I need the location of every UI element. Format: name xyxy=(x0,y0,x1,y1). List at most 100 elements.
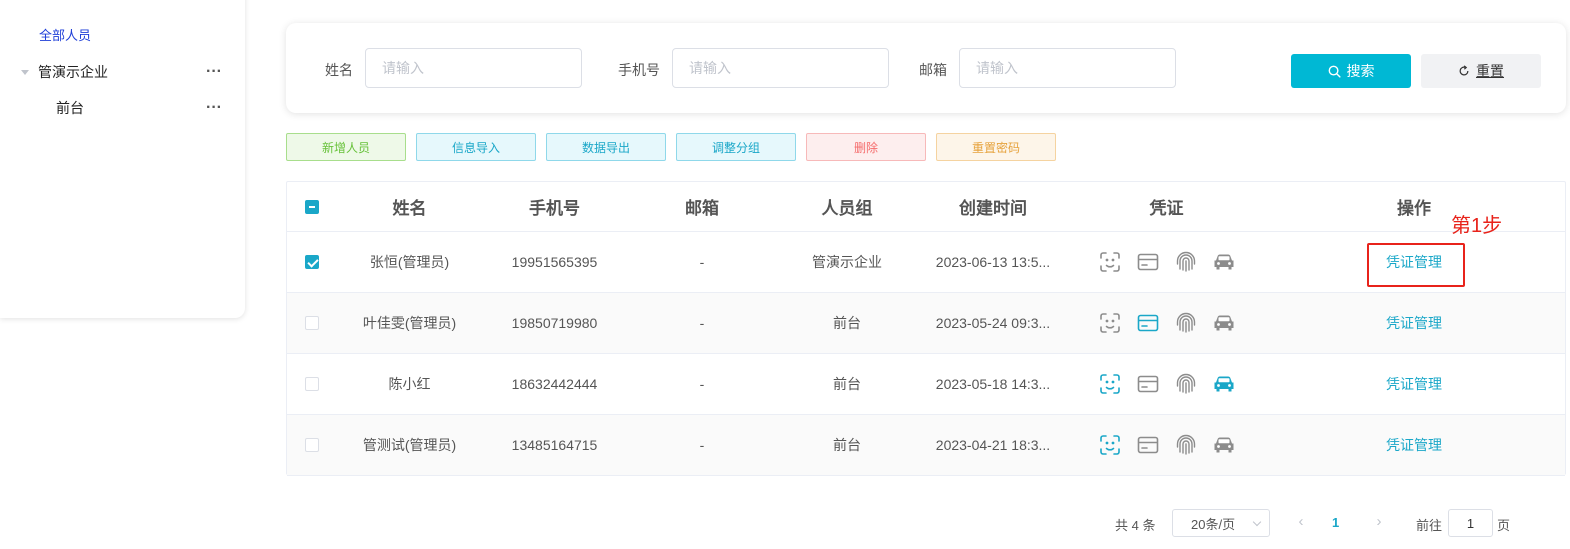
page-size-select[interactable]: 20条/页 xyxy=(1172,509,1270,537)
column-header-operation: 操作 xyxy=(1397,199,1431,218)
column-header-phone: 手机号 xyxy=(529,199,580,218)
face-id-icon xyxy=(1098,433,1122,457)
cell-credentials xyxy=(1069,232,1264,292)
annotation-highlight-box xyxy=(1367,243,1465,287)
fingerprint-icon xyxy=(1174,372,1198,396)
more-icon[interactable]: ··· xyxy=(206,64,222,80)
annotation-step-label: 第1步 xyxy=(1451,215,1503,237)
credential-manage-link[interactable]: 凭证管理 xyxy=(1386,435,1442,455)
reset-button-label: 重置 xyxy=(1476,63,1504,79)
car-icon xyxy=(1212,372,1236,396)
row-checkbox[interactable] xyxy=(305,438,319,452)
cell-group: 前台 xyxy=(833,315,861,331)
table-row[interactable]: 管测试(管理员) 13485164715 - 前台 2023-04-21 18:3...… xyxy=(287,415,1565,476)
cell-email: - xyxy=(699,254,705,270)
cell-group: 前台 xyxy=(833,437,861,453)
table-row[interactable]: 陈小红 18632442444 - 前台 2023-05-18 14:3... 凭证管理 xyxy=(287,354,1565,415)
search-button[interactable]: 搜索 xyxy=(1291,54,1411,88)
tree-item-enterprise-label: 管演示企业 xyxy=(38,64,108,80)
cell-created: 2023-04-21 18:3... xyxy=(935,437,1051,453)
group-tree-panel: 全部人员 管演示企业 ··· 前台 ··· xyxy=(0,0,245,318)
cell-email: - xyxy=(699,376,705,392)
pagination-total: 共 4 条 xyxy=(1115,518,1156,533)
column-header-group: 人员组 xyxy=(821,199,873,218)
delete-button[interactable]: 删除 xyxy=(806,133,926,161)
import-info-button[interactable]: 信息导入 xyxy=(416,133,536,161)
cell-credentials xyxy=(1069,415,1264,475)
cell-operation: 凭证管理 xyxy=(1264,293,1564,353)
row-checkbox[interactable] xyxy=(305,316,319,330)
regroup-button[interactable]: 调整分组 xyxy=(676,133,796,161)
face-id-icon xyxy=(1098,250,1122,274)
page-number-1[interactable]: 1 xyxy=(1332,515,1339,530)
row-select-cell xyxy=(287,354,337,414)
cell-email: - xyxy=(699,437,705,453)
cell-operation: 凭证管理 xyxy=(1264,354,1564,414)
credential-manage-link[interactable]: 凭证管理 xyxy=(1386,374,1442,394)
row-checkbox[interactable] xyxy=(305,377,319,391)
cell-name: 张恒(管理员) xyxy=(369,254,450,270)
search-button-label: 搜索 xyxy=(1346,63,1375,79)
credential-manage-link[interactable]: 凭证管理 xyxy=(1386,313,1442,333)
row-select-cell xyxy=(287,293,337,353)
cell-email: - xyxy=(699,315,705,331)
fingerprint-icon xyxy=(1174,433,1198,457)
page-size-value: 20条/页 xyxy=(1191,516,1236,532)
tree-item-all[interactable]: 全部人员 xyxy=(0,19,245,49)
reset-button[interactable]: 重置 xyxy=(1421,54,1541,88)
cell-credentials xyxy=(1069,354,1264,414)
goto-page-input[interactable] xyxy=(1448,509,1493,537)
column-header-created: 创建时间 xyxy=(959,199,1027,218)
face-id-icon xyxy=(1098,372,1122,396)
cell-created: 2023-06-13 13:5... xyxy=(935,254,1051,270)
table-row[interactable]: 叶佳雯(管理员) 19850719980 - 前台 2023-05-24 09:3...… xyxy=(287,293,1565,354)
id-card-icon xyxy=(1136,372,1160,396)
column-header-email: 邮箱 xyxy=(685,199,719,218)
cell-created: 2023-05-18 14:3... xyxy=(935,376,1051,392)
search-panel: 姓名 手机号 邮箱 搜索 重置 xyxy=(286,23,1566,113)
phone-input[interactable] xyxy=(672,48,889,88)
cell-operation: 凭证管理 xyxy=(1264,415,1564,475)
email-input[interactable] xyxy=(959,48,1176,88)
reset-password-button[interactable]: 重置密码 xyxy=(936,133,1056,161)
select-all-cell xyxy=(287,182,337,231)
select-all-checkbox[interactable] xyxy=(305,199,319,214)
caret-down-icon[interactable] xyxy=(21,69,29,75)
cell-phone: 13485164715 xyxy=(511,437,598,453)
more-icon[interactable]: ··· xyxy=(206,100,222,116)
column-header-credentials: 凭证 xyxy=(1149,199,1184,218)
cell-credentials xyxy=(1069,293,1264,353)
tree-item-all-label: 全部人员 xyxy=(39,27,92,43)
export-data-button[interactable]: 数据导出 xyxy=(546,133,666,161)
car-icon xyxy=(1212,433,1236,457)
row-checkbox[interactable] xyxy=(305,255,319,269)
cell-phone: 19850719980 xyxy=(511,315,598,331)
tree-item-enterprise[interactable]: 管演示企业 ··· xyxy=(0,57,245,87)
row-select-cell xyxy=(287,415,337,475)
cell-group: 管演示企业 xyxy=(812,254,882,270)
name-label: 姓名 xyxy=(325,62,353,78)
prev-page-button[interactable]: ‹ xyxy=(1294,513,1308,533)
add-person-button[interactable]: 新增人员 xyxy=(286,133,406,161)
face-id-icon xyxy=(1098,311,1122,335)
goto-label: 前往 xyxy=(1416,518,1443,533)
cell-group: 前台 xyxy=(833,376,861,392)
refresh-icon xyxy=(1459,65,1469,76)
cell-name: 叶佳雯(管理员) xyxy=(362,315,457,331)
next-page-button[interactable]: › xyxy=(1372,513,1386,533)
car-icon xyxy=(1212,250,1236,274)
chevron-down-icon xyxy=(1252,517,1262,527)
cell-name: 管测试(管理员) xyxy=(362,437,457,453)
row-select-cell xyxy=(287,232,337,292)
id-card-icon xyxy=(1136,250,1160,274)
phone-label: 手机号 xyxy=(618,62,660,78)
tree-item-front-desk[interactable]: 前台 ··· xyxy=(0,93,245,123)
column-header-name: 姓名 xyxy=(392,199,427,218)
name-input[interactable] xyxy=(365,48,582,88)
fingerprint-icon xyxy=(1174,250,1198,274)
id-card-icon xyxy=(1136,311,1160,335)
search-icon xyxy=(1328,65,1341,78)
cell-phone: 19951565395 xyxy=(511,254,598,270)
personnel-table: 姓名 手机号 邮箱 人员组 创建时间 凭证 操作 张恒(管理员) 19951565… xyxy=(286,181,1566,476)
email-label: 邮箱 xyxy=(919,62,947,78)
